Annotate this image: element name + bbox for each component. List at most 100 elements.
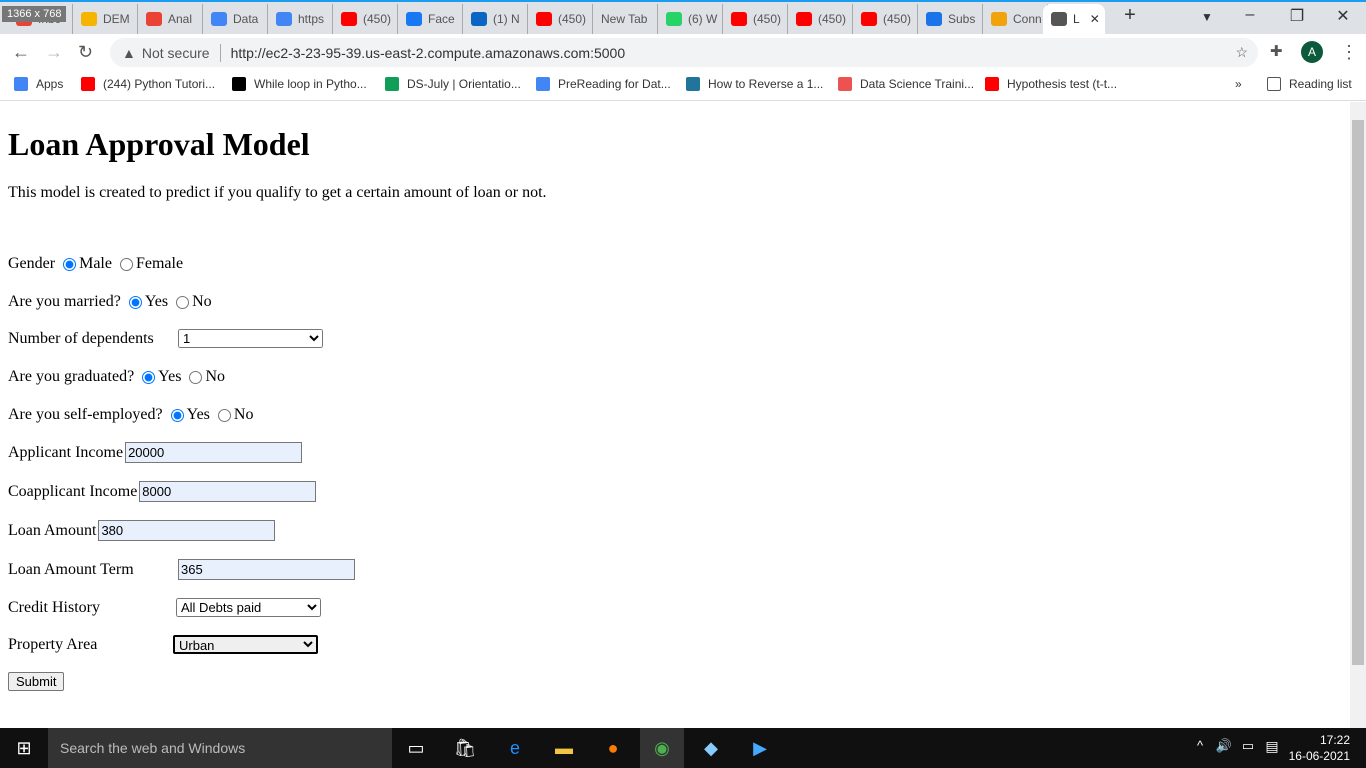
bookmarks-bar: Apps (244) Python Tutori... While loop in …	[0, 71, 1366, 101]
tab[interactable]: Data	[203, 4, 268, 34]
tab[interactable]: Conn	[983, 4, 1048, 34]
loan-term-field: Loan Amount Term	[8, 559, 355, 580]
menu-icon[interactable]: ⋮	[1340, 42, 1358, 63]
app-icon[interactable]: ◆	[699, 738, 723, 758]
browser-toolbar: ← → ↻ ▲ Not secure http://ec2-3-23-95-39…	[0, 34, 1366, 71]
page-description: This model is created to predict if you …	[8, 184, 547, 201]
tab[interactable]: (6) W	[658, 4, 723, 34]
task-view-icon[interactable]: ▭	[404, 738, 428, 758]
married-field: Are you married? Yes No	[8, 293, 212, 310]
tab-strip: 1366 x 768 InbcDEMAnalDatahttps(450)Face…	[0, 0, 1366, 34]
loan-amount-input[interactable]	[98, 520, 276, 541]
star-icon[interactable]: ☆	[1235, 44, 1248, 61]
bookmark-item[interactable]: DS-July | Orientatio...	[385, 77, 521, 91]
self-employed-no-radio[interactable]	[217, 408, 231, 422]
store-icon[interactable]: 🛍	[453, 738, 477, 758]
tab[interactable]: (450)	[528, 4, 593, 34]
taskbar-search[interactable]: Search the web and Windows	[48, 728, 392, 768]
applicant-income-input[interactable]	[125, 442, 303, 463]
bookmark-icon	[985, 77, 999, 91]
file-explorer-icon[interactable]: ▬	[552, 738, 576, 758]
tab[interactable]: (450)	[723, 4, 788, 34]
bookmark-icon	[14, 77, 28, 91]
edge-icon[interactable]: e	[503, 738, 527, 758]
tab-favicon-icon	[796, 12, 812, 26]
gender-female-radio[interactable]	[119, 257, 133, 271]
notifications-icon[interactable]: ▤	[1260, 738, 1284, 758]
gender-male-radio[interactable]	[63, 257, 77, 271]
graduated-yes-radio[interactable]	[142, 370, 156, 384]
tab[interactable]: (450)	[333, 4, 398, 34]
clock[interactable]: 17:22 16-06-2021	[1289, 732, 1350, 764]
back-button[interactable]: ←	[12, 42, 30, 63]
coapplicant-income-input[interactable]	[139, 481, 317, 502]
bookmark-item[interactable]: While loop in Pytho...	[232, 77, 367, 91]
more-bookmarks-icon[interactable]: »	[1235, 77, 1242, 91]
start-button[interactable]: ⊞	[12, 738, 36, 758]
reading-list-button[interactable]: Reading list	[1267, 77, 1352, 91]
loan-term-input[interactable]	[178, 559, 355, 580]
tab-favicon-icon	[536, 12, 552, 26]
tab[interactable]: DEM	[73, 4, 138, 34]
extensions-icon[interactable]: ✚	[1270, 42, 1283, 60]
bookmark-item[interactable]: How to Reverse a 1...	[686, 77, 823, 91]
self-employed-yes-radio[interactable]	[170, 408, 184, 422]
firefox-icon[interactable]: ●	[601, 738, 625, 758]
self-employed-field: Are you self-employed? Yes No	[8, 406, 254, 423]
married-no-radio[interactable]	[176, 295, 190, 309]
address-bar[interactable]: ▲ Not secure http://ec2-3-23-95-39.us-ea…	[110, 38, 1258, 67]
tab-favicon-icon	[861, 12, 877, 26]
married-yes-radio[interactable]	[128, 295, 142, 309]
new-tab-button[interactable]: +	[1110, 4, 1150, 27]
scrollbar-thumb[interactable]	[1352, 120, 1364, 665]
battery-icon[interactable]: ▭	[1236, 738, 1260, 758]
graduated-field: Are you graduated? Yes No	[8, 368, 226, 385]
tab-active[interactable]: L ✕	[1043, 4, 1105, 34]
close-window-button[interactable]: ✕	[1323, 6, 1363, 26]
tab-favicon-icon	[81, 12, 97, 26]
property-area-field: Property Area Urban	[8, 635, 318, 654]
scrollbar[interactable]	[1350, 102, 1366, 728]
dependents-select[interactable]: 1	[178, 329, 323, 348]
show-hidden-icons[interactable]: ^	[1188, 738, 1212, 758]
bookmark-item[interactable]: PreReading for Dat...	[536, 77, 671, 91]
avatar[interactable]: A	[1301, 41, 1323, 63]
credit-history-field: Credit History All Debts paid	[8, 598, 321, 617]
tab[interactable]: Subs	[918, 4, 983, 34]
taskbar: ⊞ Search the web and Windows ▭ 🛍 e ▬ ● ◉…	[0, 728, 1366, 768]
chrome-icon[interactable]: ◉	[640, 728, 684, 768]
bookmark-item[interactable]: (244) Python Tutori...	[81, 77, 215, 91]
tab[interactable]: New Tab	[593, 4, 658, 34]
tab[interactable]: (1) N	[463, 4, 528, 34]
tab-favicon-icon	[471, 12, 487, 26]
bookmark-icon	[686, 77, 700, 91]
bookmark-item[interactable]: Data Science Traini...	[838, 77, 974, 91]
tab[interactable]: (450)	[853, 4, 918, 34]
tab-favicon-icon	[146, 12, 162, 26]
bookmark-item[interactable]: Apps	[14, 77, 63, 91]
graduated-no-radio[interactable]	[189, 370, 203, 384]
property-area-select[interactable]: Urban	[173, 635, 318, 654]
security-label: Not secure	[141, 44, 210, 61]
restore-button[interactable]: ❐	[1277, 6, 1317, 26]
tab-search-icon[interactable]: ▼	[1187, 10, 1227, 24]
powershell-icon[interactable]: ▶	[748, 738, 772, 758]
submit-button[interactable]: Submit	[8, 672, 65, 691]
bookmark-icon	[232, 77, 246, 91]
page-title: Loan Approval Model	[8, 126, 310, 162]
resolution-overlay: 1366 x 768	[2, 6, 67, 22]
tab[interactable]: (450)	[788, 4, 853, 34]
loan-amount-field: Loan Amount	[8, 520, 276, 541]
url-text: http://ec2-3-23-95-39.us-east-2.compute.…	[230, 44, 626, 61]
close-tab-icon[interactable]: ✕	[1090, 12, 1100, 26]
reading-list-icon	[1267, 77, 1281, 91]
forward-button[interactable]: →	[45, 42, 63, 63]
volume-icon[interactable]: 🔊	[1212, 738, 1236, 758]
minimize-button[interactable]: –	[1230, 6, 1270, 24]
tab[interactable]: Anal	[138, 4, 203, 34]
tab[interactable]: Face	[398, 4, 463, 34]
bookmark-item[interactable]: Hypothesis test (t-t...	[985, 77, 1117, 91]
credit-history-select[interactable]: All Debts paid	[176, 598, 321, 617]
tab[interactable]: https	[268, 4, 333, 34]
reload-button[interactable]: ↻	[78, 42, 93, 63]
